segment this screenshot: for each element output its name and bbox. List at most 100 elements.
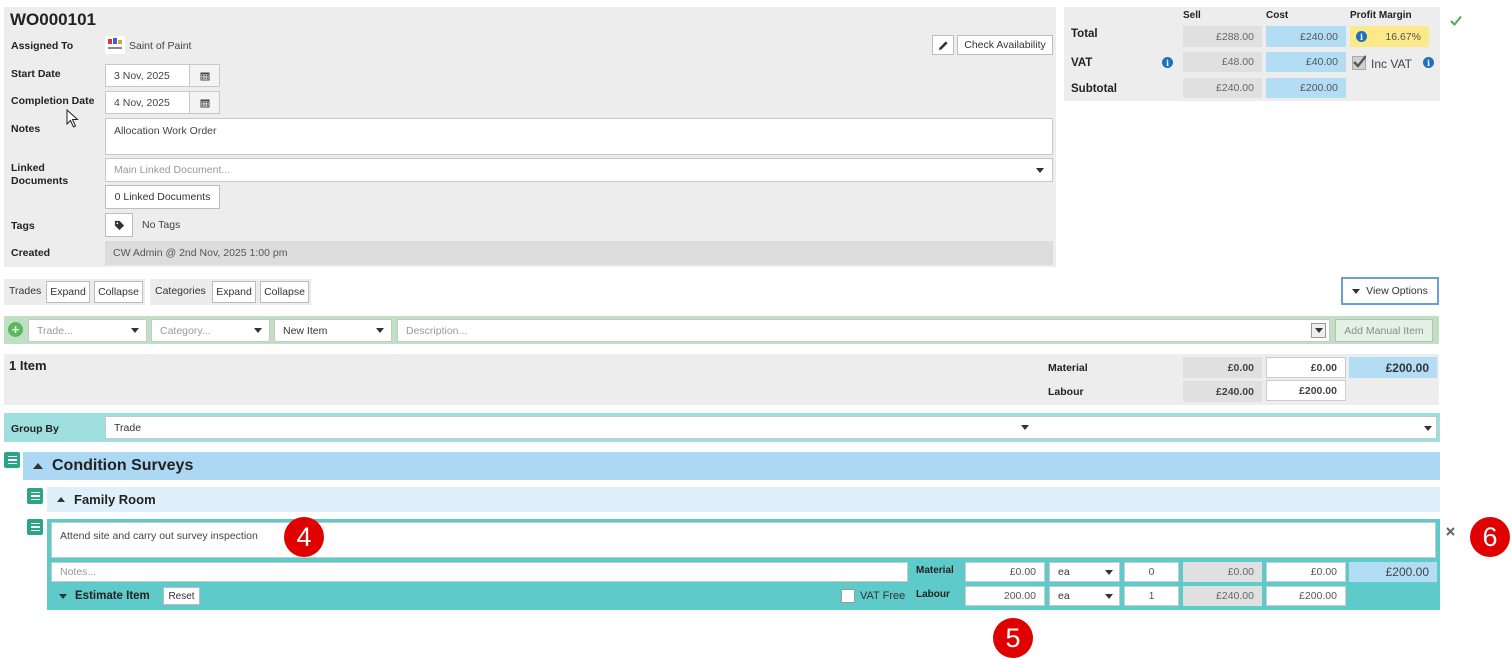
group-by-value: Trade [114,421,142,434]
chevron-down-icon [131,328,139,333]
notes-textarea[interactable]: Allocation Work Order [105,118,1053,155]
trade-group-header[interactable]: Condition Surveys [23,452,1440,480]
total-cost-value: £240.00 [1266,26,1346,47]
linked-document-placeholder: Main Linked Document... [114,164,231,176]
trades-expand-button[interactable]: Expand [46,281,90,303]
add-manual-item-button[interactable]: Add Manual Item [1335,319,1433,342]
labour-unit-value: ea [1058,590,1070,602]
material-cost-value: £0.00 [1266,562,1346,582]
inc-vat-label: Inc VAT [1371,57,1412,71]
assignee-avatar [105,36,125,54]
line-item-notes-input[interactable]: Notes... [51,562,908,582]
notes-label: Notes [11,123,41,135]
collapse-arrow-icon [57,497,65,502]
categories-collapse-button[interactable]: Collapse [260,281,309,303]
material-unit-value: ea [1058,566,1070,578]
summary-labour-cost: £200.00 [1266,380,1346,401]
view-options-button[interactable]: View Options [1341,277,1439,305]
vat-free-checkbox[interactable] [841,589,855,603]
notes-text: Allocation Work Order [114,125,217,137]
trades-label: Trades [9,285,42,297]
vat-free-label: VAT Free [860,590,906,602]
summary-labour-label: Labour [1048,386,1084,398]
line-item-menu-icon[interactable] [27,519,43,535]
chevron-down-icon [1352,288,1361,294]
line-item-description: Attend site and carry out survey inspect… [60,530,258,542]
callout-marker-4: 4 [284,517,324,557]
trade-group-title: Condition Surveys [52,457,194,474]
start-date-input[interactable]: 3 Nov, 2025 [105,64,190,87]
line-item-notes-placeholder: Notes... [60,566,97,578]
check-availability-button[interactable]: Check Availability [957,35,1053,55]
line-total-value: £200.00 [1349,562,1437,582]
labour-unit-select[interactable]: ea [1049,586,1120,606]
category-select[interactable]: Category... [151,319,270,342]
info-icon[interactable]: i [1423,57,1434,68]
line-material-label: Material [916,565,954,576]
callout-marker-5: 5 [993,618,1033,658]
categories-expand-button[interactable]: Expand [212,281,256,303]
main-linked-document-select[interactable]: Main Linked Document... [105,158,1053,182]
completion-date-calendar-button[interactable] [190,91,220,114]
created-label: Created [11,247,51,259]
item-type-select[interactable]: New Item [274,319,392,342]
plus-circle-icon[interactable]: + [8,322,23,337]
info-icon[interactable]: i [1162,57,1173,68]
vat-cost-value: £40.00 [1266,52,1346,72]
completion-date-label: Completion Date [11,95,95,107]
reset-button[interactable]: Reset [163,587,200,605]
chevron-down-icon [1105,593,1113,599]
close-icon[interactable] [1446,527,1455,536]
trade-select[interactable]: Trade... [28,319,147,342]
categories-label: Categories [155,285,206,297]
info-icon[interactable]: i [1356,31,1367,42]
edit-pencil-button[interactable] [932,35,954,55]
item-count: 1 Item [9,358,47,373]
vat-label: VAT [1071,57,1093,69]
total-sell-value: £288.00 [1183,26,1262,47]
inc-vat-checkbox[interactable] [1352,55,1366,70]
chevron-down-icon [1424,426,1432,431]
start-date-calendar-button[interactable] [190,64,220,87]
line-item-description-input[interactable]: Attend site and carry out survey inspect… [51,522,1436,558]
assignee-name[interactable]: Saint of Paint [129,40,191,52]
completion-date-input[interactable]: 4 Nov, 2025 [105,91,190,114]
summary-material-cost: £0.00 [1266,357,1346,378]
cost-header: Cost [1266,10,1289,21]
chevron-down-icon [1105,569,1113,575]
material-sell-value: £0.00 [1183,562,1262,582]
created-value: CW Admin @ 2nd Nov, 2025 1:00 pm [113,247,288,259]
category-group-menu-icon[interactable] [27,488,43,504]
estimate-item-label: Estimate Item [75,590,150,602]
mouse-cursor-icon [66,109,79,128]
summary-labour-sell: £240.00 [1183,381,1262,402]
category-group-header[interactable]: Family Room [47,487,1440,512]
description-placeholder: Description... [406,324,468,337]
summary-material-label: Material [1048,362,1088,374]
chevron-down-icon [1314,328,1323,333]
group-by-select-extension[interactable] [1036,416,1437,439]
add-tag-button[interactable] [105,213,133,237]
description-dropdown-button[interactable] [1311,323,1326,338]
chevron-down-icon [59,593,67,599]
material-unit-select[interactable]: ea [1049,562,1120,582]
tags-value: No Tags [142,219,181,231]
subtotal-sell-value: £240.00 [1183,78,1262,98]
linked-documents-count-button[interactable]: 0 Linked Documents [105,185,220,209]
group-by-label: Group By [11,423,59,435]
labour-qty-input[interactable]: 1 [1124,586,1179,606]
page-title: WO000101 [10,10,96,29]
total-label: Total [1071,28,1098,40]
material-qty-input[interactable]: 0 [1124,562,1179,582]
estimate-item-toggle[interactable]: Estimate Item [59,590,150,602]
labour-rate-input[interactable]: 200.00 [965,586,1045,606]
trades-collapse-button[interactable]: Collapse [94,281,143,303]
chevron-down-icon [254,328,262,333]
group-by-select[interactable]: Trade [105,416,1037,439]
trade-group-menu-icon[interactable] [4,452,20,468]
description-input[interactable]: Description... [397,319,1330,342]
start-date-label: Start Date [11,68,61,80]
material-rate-input[interactable]: £0.00 [965,562,1045,582]
linked-documents-label: Linked Documents [11,162,69,187]
tags-label: Tags [11,220,35,232]
